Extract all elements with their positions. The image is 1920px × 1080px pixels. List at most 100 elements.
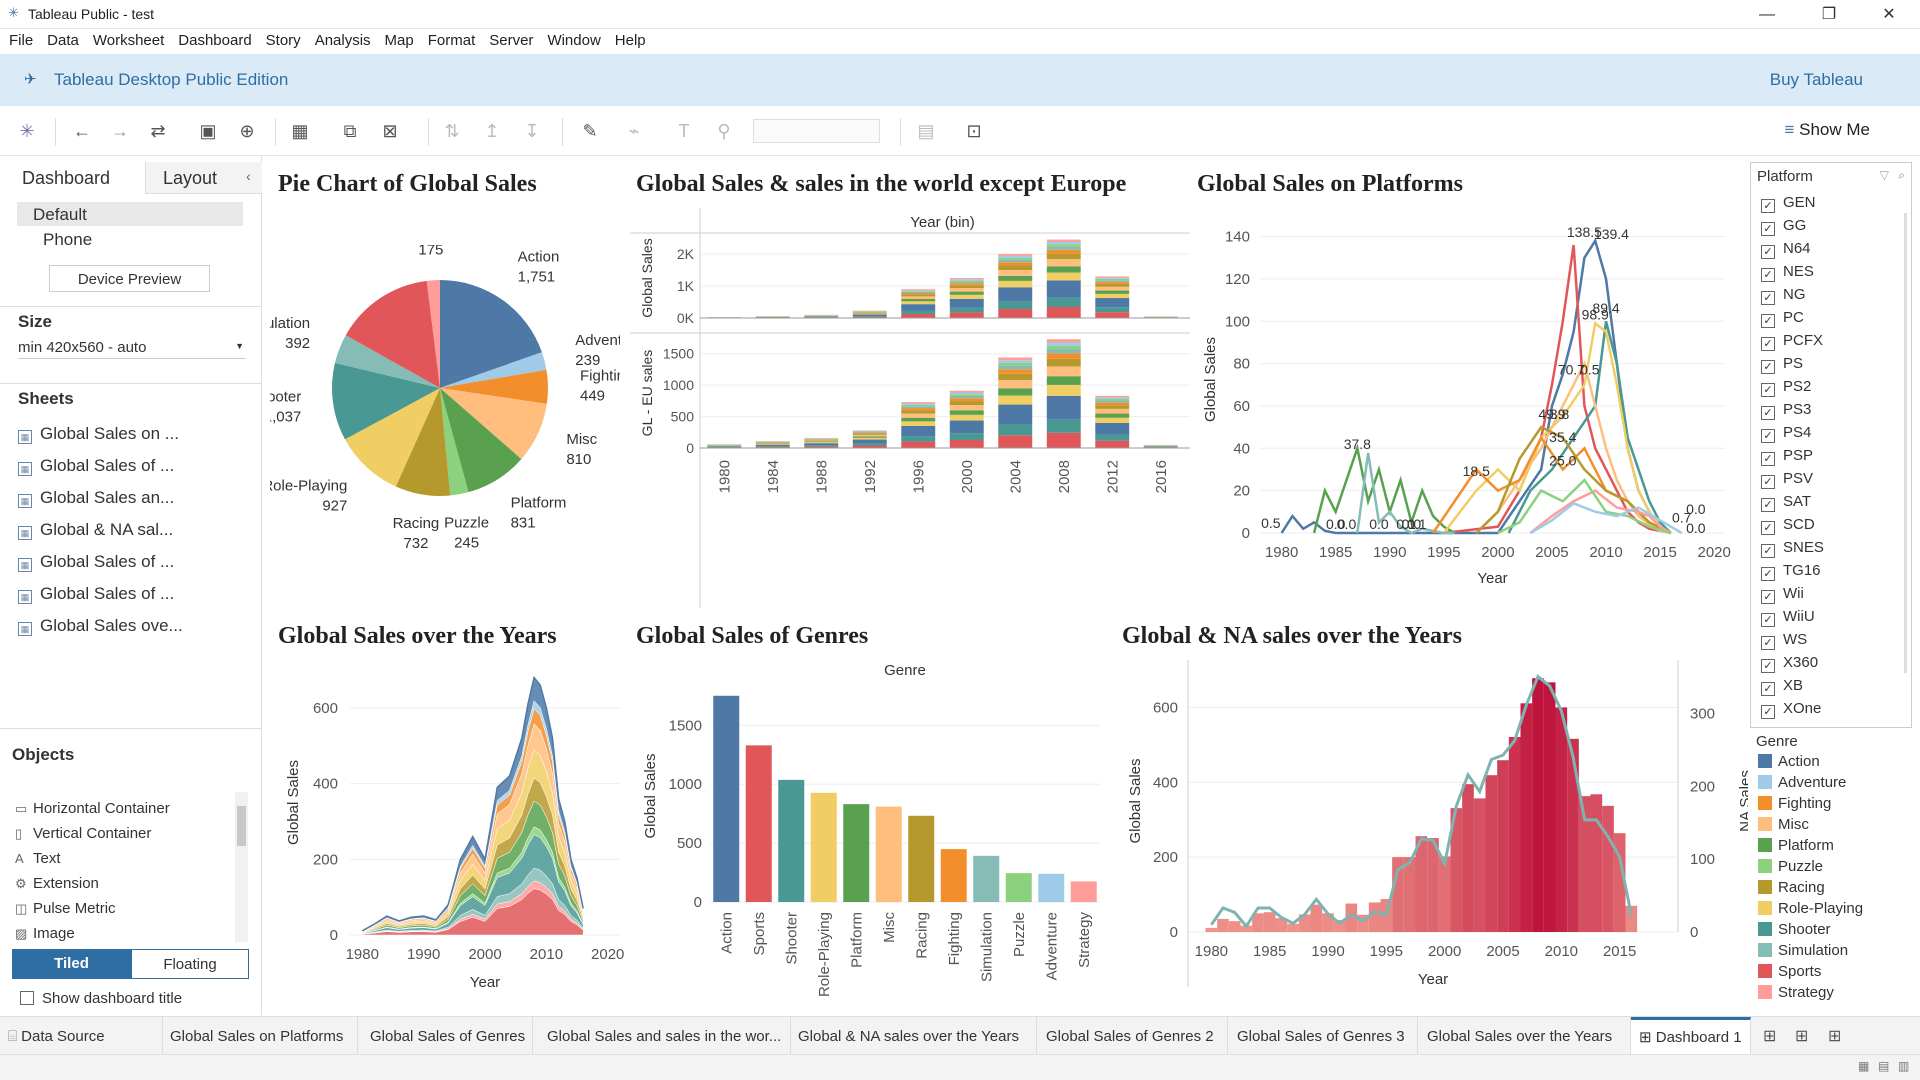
group-icon[interactable]: ⌁: [622, 119, 646, 143]
restore-button[interactable]: ❐: [1806, 0, 1852, 29]
sheet-item[interactable]: ▦ Global Sales an...: [18, 488, 174, 514]
checkbox-checked-icon[interactable]: ✓: [1761, 636, 1775, 650]
tab-data-source[interactable]: ⌸ Data Source: [0, 1017, 163, 1055]
legend-item[interactable]: Sports: [1758, 963, 1821, 980]
object-vertical-container[interactable]: ▯ Vertical Container: [15, 825, 151, 842]
legend-item[interactable]: Platform: [1758, 837, 1834, 854]
platform-option[interactable]: ✓ PC: [1761, 309, 1891, 332]
sheet-item[interactable]: ▦ Global Sales of ...: [18, 584, 174, 610]
checkbox-checked-icon[interactable]: ✓: [1761, 291, 1775, 305]
checkbox-checked-icon[interactable]: ✓: [1761, 659, 1775, 673]
new-datasource-icon[interactable]: ⊕: [235, 119, 259, 143]
close-button[interactable]: ✕: [1866, 0, 1912, 29]
checkbox-checked-icon[interactable]: ✓: [1761, 498, 1775, 512]
platform-option[interactable]: ✓ X360: [1761, 654, 1891, 677]
checkbox-checked-icon[interactable]: ✓: [1761, 360, 1775, 374]
menu-help[interactable]: Help: [615, 29, 646, 49]
platform-option[interactable]: ✓ GEN: [1761, 194, 1891, 217]
size-dropdown[interactable]: min 420x560 - auto ▼: [18, 339, 246, 359]
show-title-checkbox[interactable]: Show dashboard title: [20, 990, 182, 1007]
checkbox-checked-icon[interactable]: ✓: [1761, 682, 1775, 696]
new-dashboard-icon[interactable]: ⊞: [1795, 1026, 1808, 1046]
platform-option[interactable]: ✓ NES: [1761, 263, 1891, 286]
object-horizontal-container[interactable]: ▭ Horizontal Container: [15, 800, 170, 817]
legend-item[interactable]: Action: [1758, 753, 1820, 770]
sort-desc-icon[interactable]: ↧: [520, 119, 544, 143]
checkbox-checked-icon[interactable]: ✓: [1761, 406, 1775, 420]
legend-item[interactable]: Simulation: [1758, 942, 1848, 959]
checkbox-checked-icon[interactable]: ✓: [1761, 222, 1775, 236]
sheet-item[interactable]: ▦ Global Sales ove...: [18, 616, 183, 642]
checkbox-checked-icon[interactable]: ✓: [1761, 314, 1775, 328]
platform-option[interactable]: ✓ PS2: [1761, 378, 1891, 401]
platform-option[interactable]: ✓ NG: [1761, 286, 1891, 309]
platform-option[interactable]: ✓ Wii: [1761, 585, 1891, 608]
menu-data[interactable]: Data: [47, 29, 79, 49]
platform-option[interactable]: ✓ GG: [1761, 217, 1891, 240]
tab-sheet[interactable]: Global Sales of Genres: [358, 1017, 533, 1055]
device-phone[interactable]: Phone: [43, 230, 92, 250]
floating-toggle[interactable]: Floating: [131, 949, 249, 979]
duplicate-icon[interactable]: ⧉: [338, 119, 362, 143]
checkbox-checked-icon[interactable]: ✓: [1761, 544, 1775, 558]
platform-option[interactable]: ✓ PS3: [1761, 401, 1891, 424]
menu-map[interactable]: Map: [385, 29, 414, 49]
checkbox-checked-icon[interactable]: ✓: [1761, 475, 1775, 489]
pin-axes-icon[interactable]: ⚲: [712, 119, 736, 143]
filter-icon[interactable]: ▽: [1880, 168, 1889, 182]
stacked-bar-chart[interactable]: Year (bin) 0K 1K 2K Global Sales 0 500 1000 1500…: [630, 208, 1190, 608]
swap-icon[interactable]: ⇅: [440, 119, 464, 143]
collapse-icon[interactable]: ‹: [246, 168, 251, 184]
menu-window[interactable]: Window: [547, 29, 600, 49]
years-area-chart[interactable]: 0 200 400 600 1980 1990 2000 2010 2020 Year Global…: [270, 660, 630, 1005]
menu-server[interactable]: Server: [489, 29, 533, 49]
new-worksheet-icon[interactable]: ▦: [288, 119, 312, 143]
object-extension[interactable]: ⚙ Extension: [15, 875, 99, 892]
buy-tableau-link[interactable]: Buy Tableau: [1770, 70, 1863, 90]
platform-option[interactable]: ✓ SNES: [1761, 539, 1891, 562]
objects-scrollbar[interactable]: [235, 792, 248, 942]
pie-chart[interactable]: Action 1,751 Adventure 239Fighting 449 Misc 81…: [270, 245, 620, 580]
checkbox-checked-icon[interactable]: ✓: [1761, 567, 1775, 581]
platform-option[interactable]: ✓ WS: [1761, 631, 1891, 654]
checkbox-checked-icon[interactable]: ✓: [1761, 590, 1775, 604]
legend-item[interactable]: Strategy: [1758, 984, 1834, 1001]
device-default[interactable]: Default: [17, 202, 243, 226]
platform-option[interactable]: ✓ PS4: [1761, 424, 1891, 447]
clear-sheet-icon[interactable]: ⊠: [378, 119, 402, 143]
tiled-toggle[interactable]: Tiled: [12, 949, 131, 979]
redo-icon[interactable]: →: [108, 119, 132, 143]
genres-bar-chart[interactable]: Genre 0 500 1000 1500 Global Sales Action Sport…: [630, 660, 1110, 1005]
platform-option[interactable]: ✓ PSV: [1761, 470, 1891, 493]
legend-item[interactable]: Role-Playing: [1758, 900, 1863, 917]
show-me-button[interactable]: ≡ Show Me: [1784, 120, 1870, 140]
tab-sheet[interactable]: Global Sales over the Years: [1418, 1017, 1631, 1055]
new-worksheet-icon[interactable]: ⊞: [1763, 1026, 1776, 1046]
menu-analysis[interactable]: Analysis: [315, 29, 371, 49]
object-text[interactable]: A Text: [15, 850, 61, 867]
tab-sheet[interactable]: Global Sales of Genres 2: [1037, 1017, 1228, 1055]
platform-option[interactable]: ✓ TG16: [1761, 562, 1891, 585]
na-bar-chart[interactable]: 0 200 400 600 0 100 200 300 1980 1985 1990 1995 2000…: [1118, 660, 1748, 1005]
tableau-home-icon[interactable]: ✳: [15, 119, 39, 143]
tab-sheet[interactable]: Global Sales of Genres 3: [1228, 1017, 1418, 1055]
tab-sheet[interactable]: Global Sales on Platforms: [163, 1017, 358, 1055]
object-pulse-metric[interactable]: ◫ Pulse Metric: [15, 900, 116, 917]
replay-icon[interactable]: ⇄: [146, 119, 170, 143]
legend-item[interactable]: Puzzle: [1758, 858, 1823, 875]
legend-item[interactable]: Misc: [1758, 816, 1809, 833]
platform-scrollbar[interactable]: [1904, 213, 1907, 673]
platform-option[interactable]: ✓ PS: [1761, 355, 1891, 378]
legend-item[interactable]: Adventure: [1758, 774, 1846, 791]
checkbox-checked-icon[interactable]: ✓: [1761, 383, 1775, 397]
fit-dropdown[interactable]: [753, 119, 880, 143]
undo-icon[interactable]: ←: [70, 119, 94, 143]
platform-option[interactable]: ✓ PSP: [1761, 447, 1891, 470]
tab-dashboard[interactable]: Dashboard: [0, 162, 145, 194]
tab-layout[interactable]: Layout: [145, 162, 262, 194]
checkbox-checked-icon[interactable]: ✓: [1761, 337, 1775, 351]
checkbox-checked-icon[interactable]: ✓: [1761, 245, 1775, 259]
checkbox-checked-icon[interactable]: ✓: [1761, 429, 1775, 443]
sheet-item[interactable]: ▦ Global Sales of ...: [18, 552, 174, 578]
platform-option[interactable]: ✓ PCFX: [1761, 332, 1891, 355]
